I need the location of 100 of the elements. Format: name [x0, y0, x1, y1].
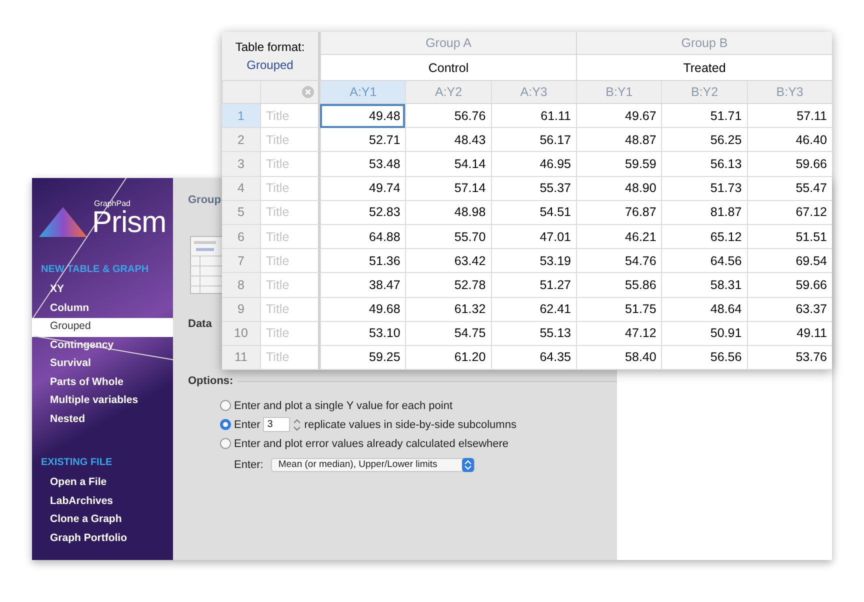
table-cell[interactable]: 63.42	[405, 249, 491, 274]
table-cell[interactable]: 58.40	[576, 346, 662, 370]
table-cell[interactable]: 48.43	[405, 128, 491, 152]
row-number: 6	[222, 224, 260, 250]
table-cell[interactable]: 64.35	[490, 346, 576, 370]
table-cell[interactable]: 51.36	[320, 249, 406, 274]
table-cell[interactable]: 59.25	[320, 346, 406, 370]
table-cell[interactable]: 61.11	[490, 104, 576, 128]
row-number: 4	[222, 176, 260, 201]
table-cell[interactable]: 57.11	[746, 104, 832, 128]
row-number: 3	[222, 152, 260, 177]
table-cell[interactable]: 48.98	[405, 200, 491, 225]
table-cell[interactable]: 61.32	[405, 298, 491, 322]
table-cell[interactable]: 54.75	[405, 322, 491, 346]
section-heading: Options:	[188, 375, 234, 387]
table-cell[interactable]: 55.37	[490, 176, 576, 201]
table-cell[interactable]: 56.17	[490, 128, 576, 152]
option-label: Enter	[234, 418, 260, 430]
table-cell[interactable]: 51.71	[661, 104, 747, 128]
table-cell[interactable]: 46.40	[746, 128, 832, 152]
table-format-value[interactable]: Grouped	[246, 58, 294, 72]
stepper-icon[interactable]	[293, 418, 302, 432]
row-number: 2	[222, 128, 260, 152]
table-cell[interactable]: 56.13	[661, 152, 747, 177]
section-heading: EXISTING FILE	[40, 457, 114, 468]
sidebar-item[interactable]: Column	[32, 300, 173, 318]
table-cell[interactable]: 47.01	[490, 224, 576, 250]
table-cell[interactable]: 56.56	[661, 346, 747, 370]
sidebar-item[interactable]: Survival	[32, 355, 173, 374]
table-cell[interactable]: 59.66	[746, 152, 832, 177]
table-cell[interactable]: 55.86	[576, 273, 662, 298]
table-cell[interactable]: 63.37	[746, 298, 832, 322]
table-cell[interactable]: 54.14	[405, 152, 491, 177]
table-cell[interactable]: 49.68	[320, 298, 406, 322]
table-cell[interactable]: 69.54	[746, 249, 832, 274]
table-cell[interactable]: 64.56	[661, 249, 747, 274]
sidebar-item[interactable]: LabArchives	[32, 492, 173, 511]
table-cell[interactable]: 49.11	[746, 322, 832, 346]
group-title: Group A	[320, 32, 576, 55]
table-cell[interactable]: 54.76	[576, 249, 662, 274]
number-field[interactable]: 3	[263, 417, 290, 432]
sidebar-item[interactable]: Multiple variables	[32, 392, 173, 410]
table-cell[interactable]: 52.71	[320, 128, 406, 152]
radio-button[interactable]	[220, 438, 231, 449]
table-cell[interactable]: 59.59	[576, 152, 662, 177]
table-cell[interactable]: 55.70	[405, 224, 491, 250]
table-cell[interactable]: 53.48	[320, 152, 406, 177]
table-format-label: Table format:	[235, 40, 305, 54]
stepper-icon	[462, 458, 474, 472]
table-cell[interactable]: 38.47	[320, 273, 406, 298]
table-cell[interactable]: 65.12	[661, 224, 747, 250]
table-cell[interactable]: 48.64	[661, 298, 747, 322]
table-cell[interactable]: 51.75	[576, 298, 662, 322]
table-cell[interactable]: 81.87	[661, 200, 747, 225]
table-cell[interactable]: 61.20	[405, 346, 491, 370]
radio-button[interactable]	[220, 419, 231, 430]
section-label: Data	[188, 318, 213, 330]
table-cell[interactable]: 56.25	[661, 128, 747, 152]
table-cell[interactable]: 64.88	[320, 224, 406, 250]
row-number: 7	[222, 249, 260, 274]
sidebar-item[interactable]: Grouped	[32, 318, 173, 336]
table-cell[interactable]: 51.73	[661, 176, 747, 201]
dropdown[interactable]: Mean (or median), Upper/Lower limits	[271, 458, 476, 472]
group-title: Group B	[576, 32, 832, 55]
sidebar-item[interactable]: Parts of Whole	[32, 374, 173, 392]
table-cell[interactable]: 76.87	[576, 200, 662, 225]
sidebar-item[interactable]: Clone a Graph	[32, 511, 173, 530]
table-cell[interactable]: 59.66	[746, 273, 832, 298]
table-cell[interactable]: 53.76	[746, 346, 832, 370]
table-cell[interactable]: 49.48	[320, 104, 406, 128]
table-cell[interactable]: 55.47	[746, 176, 832, 201]
table-cell[interactable]: 55.13	[490, 322, 576, 346]
table-cell[interactable]: 57.14	[405, 176, 491, 201]
table-cell[interactable]: 62.41	[490, 298, 576, 322]
table-cell[interactable]: 49.67	[576, 104, 662, 128]
sidebar-item[interactable]: Open a File	[32, 474, 173, 492]
table-cell[interactable]: 46.95	[490, 152, 576, 177]
table-cell[interactable]: 58.31	[661, 273, 747, 298]
table-cell[interactable]: 49.74	[320, 176, 406, 201]
table-cell[interactable]: 52.78	[405, 273, 491, 298]
section-heading: NEW TABLE & GRAPH	[40, 264, 150, 275]
table-cell[interactable]: 47.12	[576, 322, 662, 346]
table-cell[interactable]: 53.10	[320, 322, 406, 346]
table-cell[interactable]: 46.21	[576, 224, 662, 250]
table-cell[interactable]: 50.91	[661, 322, 747, 346]
table-cell[interactable]: 67.12	[746, 200, 832, 225]
table-cell[interactable]: 51.51	[746, 224, 832, 250]
table-cell[interactable]: 53.19	[490, 249, 576, 274]
sidebar-item[interactable]: Graph Portfolio	[32, 530, 173, 548]
section-heading: Group	[188, 194, 222, 206]
table-cell[interactable]: 56.76	[405, 104, 491, 128]
radio-button[interactable]	[220, 400, 231, 411]
row-number: 10	[222, 322, 260, 346]
table-cell[interactable]: 51.27	[490, 273, 576, 298]
table-cell[interactable]: 48.90	[576, 176, 662, 201]
table-cell[interactable]: 52.83	[320, 200, 406, 225]
table-cell[interactable]: 54.51	[490, 200, 576, 225]
table-cell[interactable]: 48.87	[576, 128, 662, 152]
sidebar-item[interactable]: Nested	[32, 410, 173, 429]
clear-icon[interactable]	[302, 86, 314, 98]
